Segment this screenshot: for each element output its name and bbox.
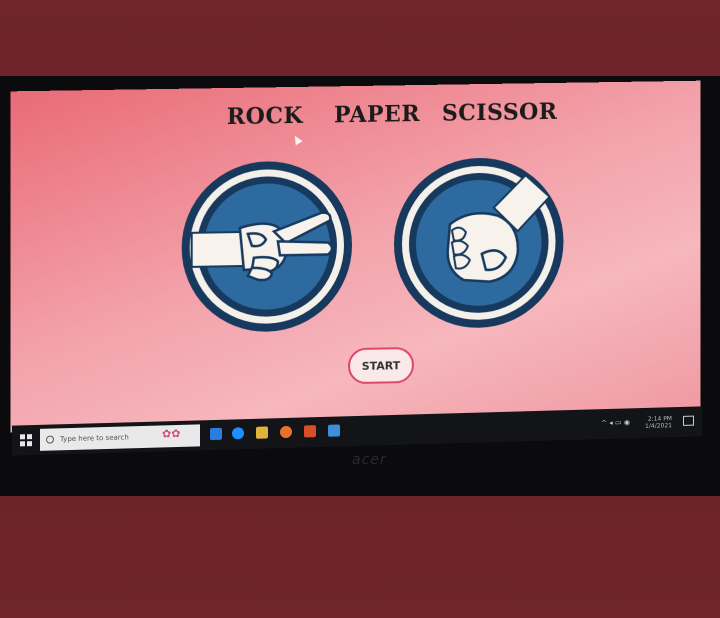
brand-logo: acer: [352, 452, 387, 468]
brave-browser-icon[interactable]: [304, 425, 316, 438]
vscode-icon[interactable]: [328, 424, 340, 437]
search-placeholder: Type here to search: [60, 433, 129, 444]
tray-date: 1/4/2021: [645, 422, 672, 430]
windows-start-icon[interactable]: [20, 434, 32, 447]
search-icon: [46, 435, 54, 444]
title-rock: ROCK: [226, 102, 304, 131]
rock-fist-icon: [394, 157, 563, 329]
tray-clock[interactable]: 2:14 PM 1/4/2021: [645, 415, 672, 430]
photo-frame: ROCK PAPER SCISSOR START Type here to se…: [0, 0, 720, 618]
firefox-icon[interactable]: [280, 425, 292, 439]
file-explorer-icon[interactable]: [256, 426, 268, 439]
flower-icon: ✿✿: [162, 426, 181, 441]
scissor-choice-button[interactable]: [181, 160, 352, 334]
scissor-hand-icon: [182, 162, 351, 331]
title-scissor: SCISSOR: [441, 98, 558, 127]
start-button[interactable]: START: [347, 346, 414, 385]
task-view-icon[interactable]: [210, 427, 222, 441]
title-paper: PAPER: [333, 101, 421, 129]
rock-choice-button[interactable]: [393, 156, 564, 330]
system-tray-icons[interactable]: ^ ◂ ▭ ◉: [601, 418, 630, 427]
game-title: ROCK PAPER SCISSOR: [11, 97, 701, 142]
edge-browser-icon[interactable]: [232, 427, 244, 440]
notification-icon[interactable]: [683, 415, 694, 426]
game-screen: ROCK PAPER SCISSOR START: [10, 80, 701, 433]
